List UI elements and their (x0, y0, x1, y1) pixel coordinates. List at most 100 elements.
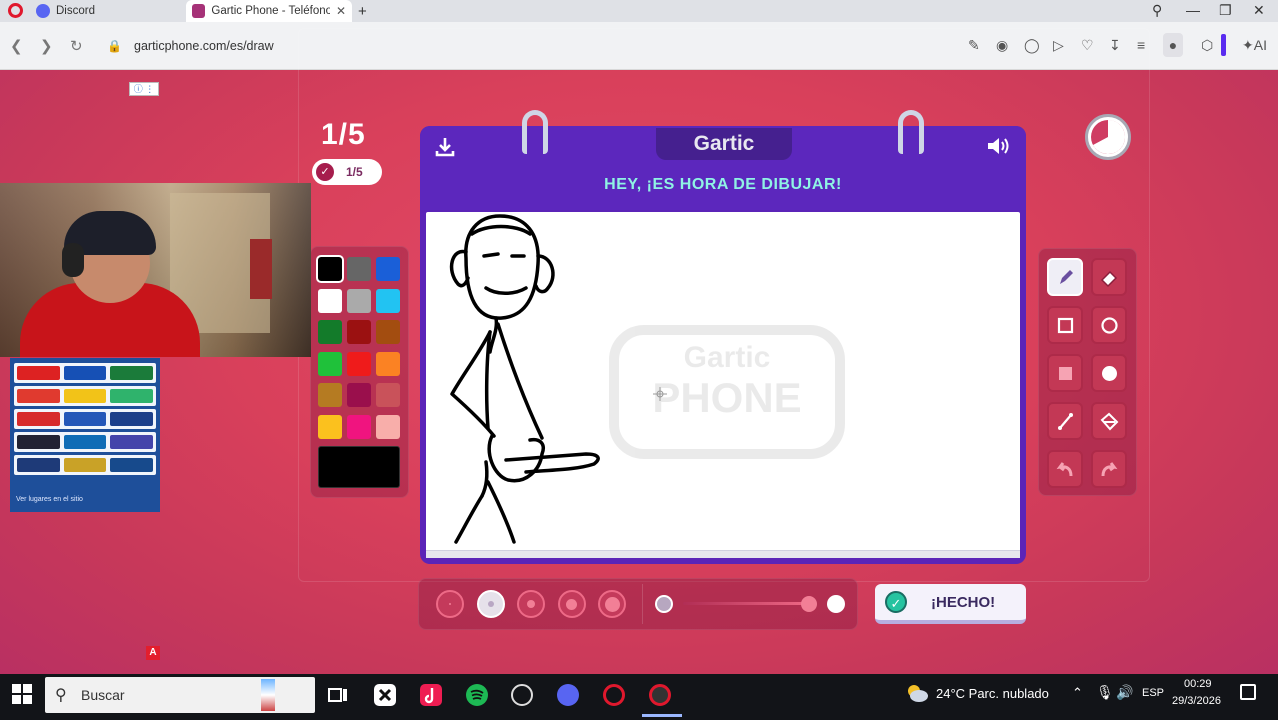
speaker-icon[interactable]: 🔊 (1116, 684, 1133, 701)
tab-label: Gartic Phone - Teléfono D (211, 5, 330, 17)
app-icon[interactable] (374, 684, 396, 706)
weather-icon[interactable] (905, 682, 929, 704)
url-field[interactable]: garticphone.com/es/draw (134, 39, 274, 53)
language-indicator[interactable]: ESP (1142, 687, 1164, 699)
color-swatch[interactable] (347, 351, 371, 376)
color-swatch[interactable] (318, 383, 342, 407)
brush-size-button[interactable] (598, 590, 626, 618)
gartic-logo: Gartic (656, 128, 792, 160)
microphone-icon[interactable]: 🎙 (1096, 684, 1114, 701)
color-swatch[interactable] (347, 257, 371, 281)
ad-banner[interactable]: Ver lugares en el sitio (10, 358, 160, 512)
windows-start-icon[interactable] (12, 684, 32, 704)
tab-discord[interactable]: Discord (30, 0, 180, 22)
discord-taskbar-icon[interactable] (557, 684, 579, 706)
drawing-canvas[interactable]: Gartic PHONE (426, 212, 1020, 552)
obs-icon[interactable] (511, 684, 533, 706)
clock-date[interactable]: 29/3/2026 (1172, 695, 1221, 707)
color-swatch[interactable] (318, 414, 342, 439)
opera-gx-icon[interactable] (603, 684, 625, 706)
forward-icon[interactable]: ❯ (40, 37, 53, 55)
opacity-track[interactable] (683, 602, 813, 605)
tool-line[interactable] (1047, 402, 1083, 440)
tool-rect-fill[interactable] (1047, 354, 1083, 392)
color-swatch[interactable] (376, 288, 400, 313)
opera-logo-icon[interactable] (8, 3, 23, 18)
ready-counter: 1/5 (346, 165, 363, 179)
lighthouse-icon (261, 679, 275, 711)
color-swatch[interactable] (376, 320, 400, 344)
clock-time[interactable]: 00:29 (1184, 678, 1212, 690)
color-swatch[interactable] (376, 383, 400, 407)
opacity-handle[interactable] (801, 596, 817, 612)
opacity-slider[interactable] (642, 584, 856, 624)
weather-text[interactable]: 24°C Parc. nublado (936, 686, 1049, 701)
phone-icon (192, 4, 206, 18)
taskbar-search-box[interactable]: ⚲ Buscar (45, 677, 315, 713)
tool-ellipse-outline[interactable] (1091, 306, 1127, 344)
color-swatch[interactable] (318, 351, 342, 376)
new-tab-button[interactable]: + (352, 0, 372, 22)
ai-button[interactable]: ✦AI (1242, 37, 1267, 54)
ad-row (14, 386, 156, 406)
cube-icon[interactable]: ⬡ (1201, 37, 1213, 54)
done-button[interactable]: ✓ ¡HECHO! (875, 584, 1026, 624)
canvas-artwork: Gartic PHONE (449, 214, 845, 544)
ad-row (14, 409, 156, 429)
profile-icon[interactable]: ● (1163, 33, 1183, 57)
search-tabs-icon[interactable]: ⚲ (1152, 2, 1162, 19)
tool-undo[interactable] (1047, 450, 1083, 488)
back-icon[interactable]: ❮ (10, 37, 23, 55)
volume-icon[interactable] (986, 135, 1012, 157)
tool-rect-outline[interactable] (1047, 306, 1083, 344)
brush-size-button[interactable] (476, 590, 505, 618)
color-swatch[interactable] (347, 320, 371, 344)
drawing-board: Gartic HEY, ¡ES HORA DE DIBUJAR! Gartic … (420, 110, 1026, 564)
ad-row (14, 363, 156, 383)
color-swatch[interactable] (347, 414, 371, 439)
color-swatch[interactable] (376, 257, 400, 281)
tool-bucket[interactable] (1091, 402, 1127, 440)
tab-gartic-phone[interactable]: Gartic Phone - Teléfono D ✕ (186, 0, 352, 22)
chevron-up-icon[interactable]: ⌃ (1072, 685, 1083, 701)
brush-size-button[interactable] (557, 590, 586, 618)
color-swatch[interactable] (347, 383, 371, 407)
ad-marker-icon[interactable]: A (146, 646, 160, 660)
tool-ellipse-fill[interactable] (1091, 354, 1127, 392)
ai-label: AI (1253, 37, 1267, 53)
search-placeholder: Buscar (81, 687, 125, 703)
ad-footer-text: Ver lugares en el sitio (16, 496, 83, 503)
canvas-bottom-edge (426, 550, 1020, 558)
close-tab-icon[interactable]: ✕ (336, 4, 346, 18)
gartic-phone-watermark: Gartic PHONE (609, 325, 845, 459)
ad-info-icon[interactable]: ⓘ ⋮ (129, 82, 159, 96)
stick-figure-drawing (449, 214, 600, 544)
color-swatch[interactable] (318, 288, 342, 313)
notifications-icon[interactable] (1240, 684, 1256, 700)
color-swatch[interactable] (376, 351, 400, 376)
minimize-icon[interactable]: — (1186, 2, 1200, 18)
restore-icon[interactable]: ❐ (1219, 2, 1232, 19)
eraser-icon (1100, 270, 1117, 287)
color-swatch[interactable] (347, 288, 371, 313)
tiktok-icon[interactable] (420, 684, 442, 706)
ellipse-outline-icon (1100, 316, 1118, 334)
headphone-icon (62, 243, 84, 277)
color-swatch[interactable] (318, 320, 342, 344)
color-swatch[interactable] (316, 255, 344, 283)
brush-size-button[interactable] (517, 590, 545, 618)
task-view-icon[interactable] (327, 684, 349, 706)
spotify-icon[interactable] (466, 684, 488, 706)
tool-pencil[interactable] (1047, 258, 1083, 296)
close-window-icon[interactable]: ✕ (1253, 2, 1265, 19)
brush-size-button[interactable] (436, 590, 464, 618)
tool-eraser[interactable] (1091, 258, 1127, 296)
opera-icon[interactable] (649, 684, 671, 706)
timer-icon (1085, 114, 1131, 160)
webcam-overlay (0, 183, 311, 357)
tool-redo[interactable] (1091, 450, 1127, 488)
color-swatch[interactable] (376, 414, 400, 439)
download-drawing-icon[interactable] (434, 136, 456, 158)
ad-row (14, 455, 156, 475)
reload-icon[interactable]: ↻ (70, 37, 83, 55)
